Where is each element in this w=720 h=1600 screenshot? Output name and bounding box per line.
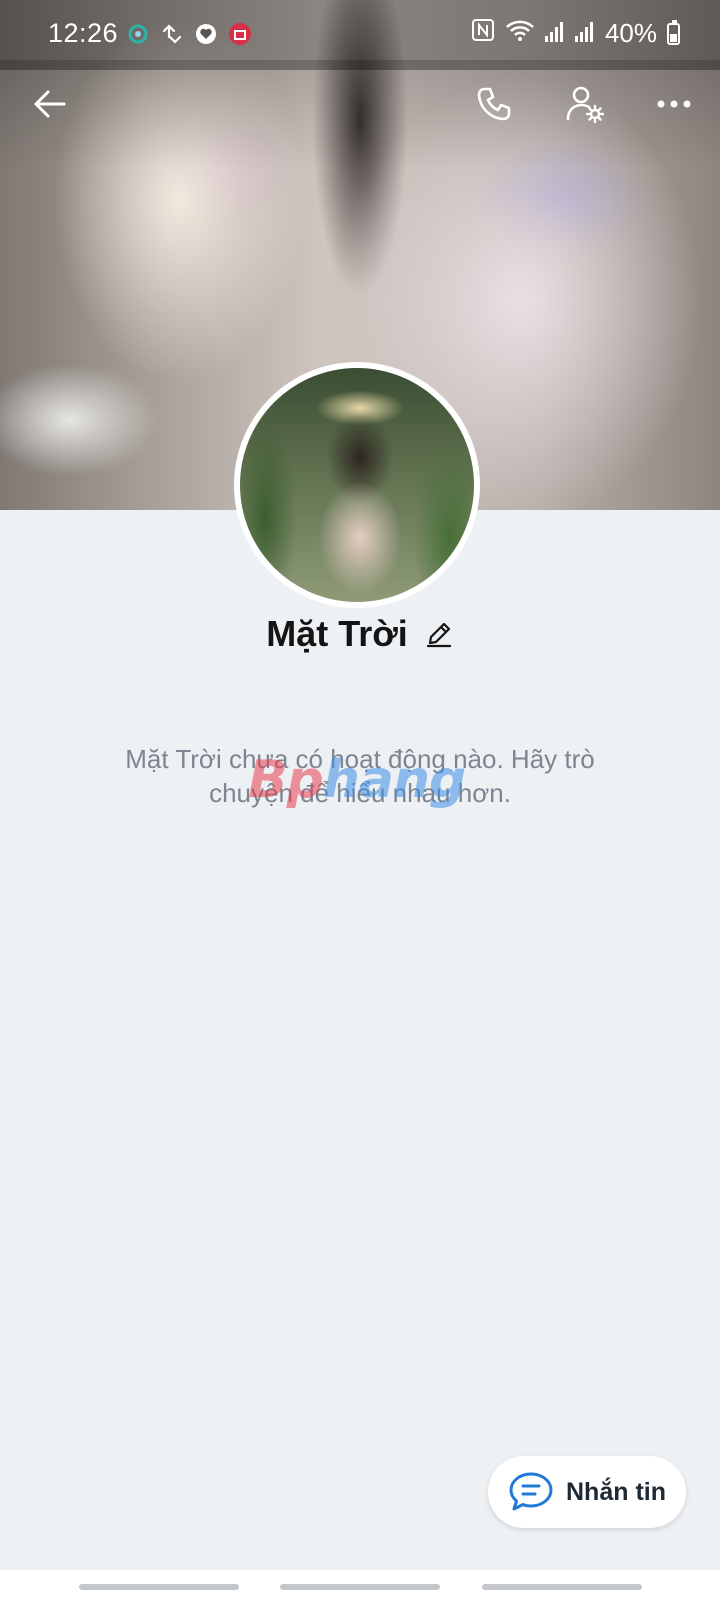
- profile-name: Mặt Trời: [266, 613, 408, 654]
- nav-handle-center[interactable]: [280, 1584, 440, 1590]
- status-time: 12:26: [48, 18, 119, 48]
- avatar-photo: [240, 368, 474, 602]
- back-button[interactable]: [22, 76, 78, 132]
- more-options-button[interactable]: [646, 76, 702, 132]
- system-indicators: 40%: [471, 18, 680, 49]
- watermark-part2: hang: [322, 750, 466, 810]
- app-p-icon: [126, 22, 150, 46]
- top-action-bar: [0, 70, 720, 140]
- battery-percent: 40%: [604, 18, 657, 48]
- battery-icon: [667, 19, 680, 45]
- nav-handle-left[interactable]: [79, 1584, 239, 1590]
- signal-icon-1: [544, 18, 565, 49]
- user-gear-icon: [566, 86, 605, 124]
- sync-icon: [160, 22, 184, 46]
- avatar[interactable]: [234, 362, 480, 608]
- chat-bubble-icon: [509, 1472, 553, 1511]
- arrow-left-icon: [34, 90, 66, 118]
- more-dots-icon: [657, 100, 691, 108]
- profile-settings-button[interactable]: [557, 76, 613, 132]
- send-message-button[interactable]: Nhắn tin: [488, 1456, 686, 1528]
- nav-handle-right[interactable]: [482, 1584, 642, 1590]
- watermark-logo: Bphang: [248, 750, 478, 810]
- heart-icon: [194, 22, 218, 46]
- notification-icons: [126, 22, 252, 46]
- nfc-icon: [471, 18, 495, 49]
- pencil-icon: [426, 622, 451, 648]
- system-nav-bar: [0, 1570, 720, 1600]
- send-message-label: Nhắn tin: [566, 1477, 666, 1506]
- edit-name-button[interactable]: [424, 619, 454, 649]
- signal-icon-2: [574, 18, 595, 49]
- call-button[interactable]: [466, 76, 522, 132]
- profile-name-row: Mặt Trời: [0, 606, 720, 662]
- watermark-part1: Bp: [248, 750, 324, 810]
- status-bar: 12:26 40%: [0, 0, 720, 70]
- wifi-icon: [505, 18, 535, 49]
- shop-app-icon: [228, 22, 252, 46]
- phone-icon: [477, 87, 511, 121]
